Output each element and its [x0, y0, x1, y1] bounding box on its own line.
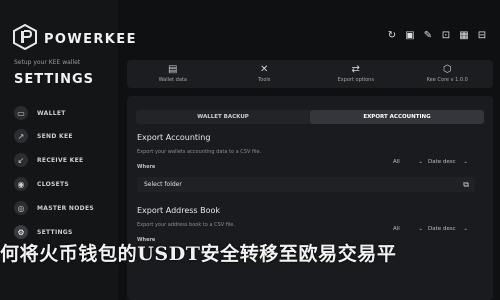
send-icon: ↗: [14, 129, 28, 143]
sidebar-item-label: SEND KEE: [37, 132, 73, 140]
filter-dropdown[interactable]: All ⌄: [393, 156, 423, 167]
wallet-icon: ▭: [14, 106, 28, 120]
nodes-icon: ◎: [14, 201, 28, 215]
section-title: SETTINGS: [14, 72, 95, 87]
subtabs: WALLET BACKUP EXPORT ACCOUNTING: [136, 110, 484, 124]
where-label: Where: [137, 164, 156, 170]
sidebar-item-master-nodes[interactable]: ◎ MASTER NODES: [14, 201, 114, 215]
tab-tools[interactable]: ✕ Tools: [219, 60, 311, 88]
filter-value: All: [393, 225, 400, 232]
refresh-icon[interactable]: ↻: [386, 30, 398, 42]
receive-icon: ↙: [14, 153, 28, 167]
lock-icon[interactable]: ⊡: [440, 30, 452, 42]
overlay-caption: 何将火币钱包的USDT安全转移至欧易交易平: [0, 243, 397, 265]
tab-export-accounting[interactable]: EXPORT ACCOUNTING: [310, 110, 484, 124]
main-tabs: ▤ Wallet data ✕ Tools ⇄ Export options ⬡…: [127, 60, 493, 88]
brand-name: POWERKEE: [44, 32, 137, 47]
select-folder-field[interactable]: Select folder ⧉: [137, 177, 475, 192]
wallet-data-icon: ▤: [168, 64, 178, 75]
kee-core-icon: ⬡: [442, 64, 452, 75]
chevron-down-icon: ⌄: [463, 225, 468, 232]
export-address-title: Export Address Book: [137, 206, 221, 215]
sort-value: Date desc: [428, 158, 456, 165]
sidebar-item-label: CLOSETS: [37, 180, 70, 188]
tab-label: Tools: [258, 77, 271, 83]
folder-value: Select folder: [144, 181, 182, 188]
sidebar-item-label: MASTER NODES: [37, 204, 94, 212]
filter-dropdown[interactable]: All ⌄: [393, 223, 423, 234]
tab-wallet-backup[interactable]: WALLET BACKUP: [136, 110, 310, 124]
filter-value: All: [393, 158, 400, 165]
sort-dropdown[interactable]: Date desc ⌄: [428, 223, 468, 234]
brush-icon[interactable]: ✎: [422, 30, 434, 42]
tools-icon: ✕: [260, 64, 269, 75]
chevron-down-icon: ⌄: [418, 225, 423, 232]
tab-label: Export options: [337, 77, 374, 83]
export-panel: WALLET BACKUP EXPORT ACCOUNTING Export A…: [127, 96, 493, 300]
closets-icon: ◉: [14, 177, 28, 191]
sort-value: Date desc: [428, 225, 456, 232]
sidebar-item-label: WALLET: [37, 109, 66, 117]
sidebar-item-label: SETTINGS: [37, 228, 73, 236]
gear-icon: ⚙: [14, 225, 28, 239]
sidebar-item-settings[interactable]: ⚙ SETTINGS: [14, 225, 114, 239]
tab-kee-core[interactable]: ⬡ Kee Core v 1.0.0: [402, 60, 494, 88]
tab-label: Kee Core v 1.0.0: [426, 77, 468, 83]
powerkee-logo-icon: [13, 24, 37, 50]
sidebar-item-closets[interactable]: ◉ CLOSETS: [14, 177, 114, 191]
chevron-down-icon: ⌄: [418, 158, 423, 165]
gift-icon[interactable]: ▣: [404, 30, 416, 42]
sidebar-item-label: RECEIVE KEE: [37, 156, 84, 164]
unlock-icon[interactable]: ⊟: [476, 30, 488, 42]
tab-label: Wallet data: [158, 77, 187, 83]
chevron-down-icon: ⌄: [463, 158, 468, 165]
top-toolbar: ↻ ▣ ✎ ⊡ ▦ ⊟: [386, 30, 488, 42]
export-accounting-desc: Export your wallets accounting data to a…: [137, 149, 262, 155]
sidebar-item-receive[interactable]: ↙ RECEIVE KEE: [14, 153, 114, 167]
sidebar-item-send[interactable]: ↗ SEND KEE: [14, 129, 114, 143]
export-icon: ⇄: [351, 64, 360, 75]
folder-icon[interactable]: ⧉: [463, 180, 469, 189]
grid-icon[interactable]: ▦: [458, 30, 470, 42]
tab-export-options[interactable]: ⇄ Export options: [310, 60, 402, 88]
tab-wallet-data[interactable]: ▤ Wallet data: [127, 60, 219, 88]
sidebar-subtitle: Setup your KEE wallet: [14, 59, 81, 66]
export-accounting-title: Export Accounting: [137, 133, 211, 142]
export-address-desc: Export your address book to a CSV file.: [137, 222, 235, 228]
sort-dropdown[interactable]: Date desc ⌄: [428, 156, 468, 167]
sidebar-item-wallet[interactable]: ▭ WALLET: [14, 106, 114, 120]
